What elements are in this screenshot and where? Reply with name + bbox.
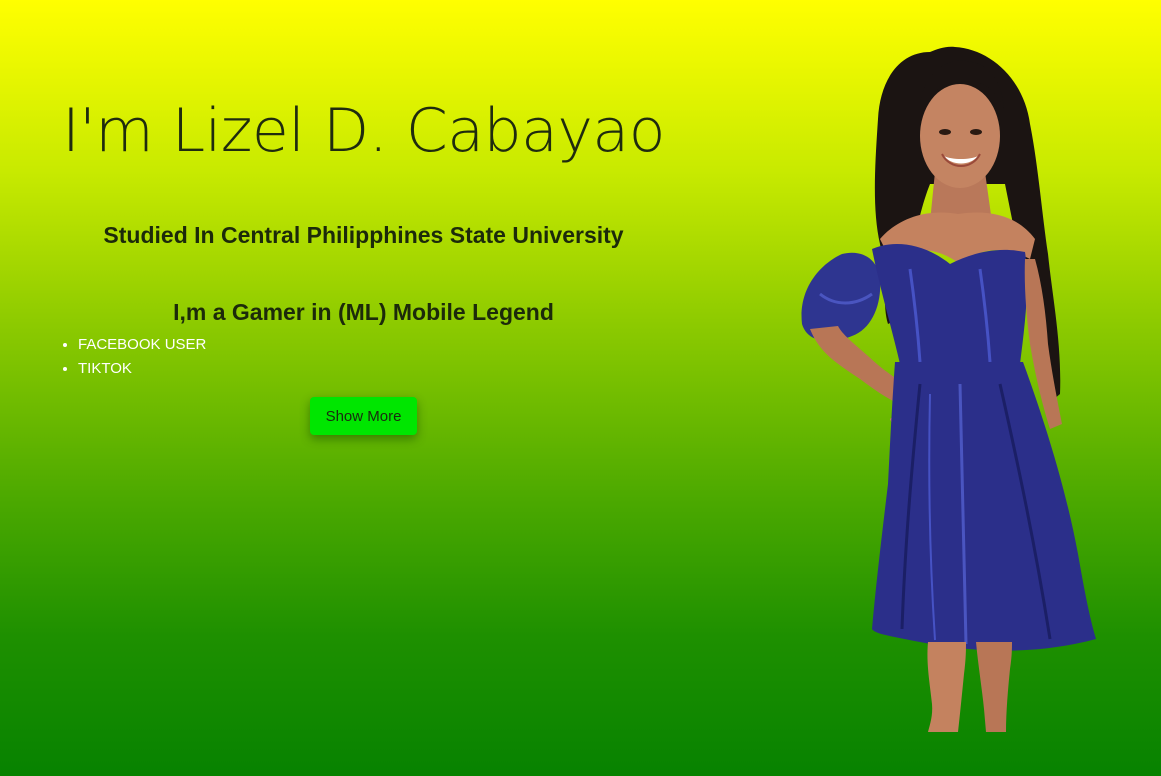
list-item-facebook: FACEBOOK USER [78, 335, 206, 359]
gamer-heading: I,m a Gamer in (ML) Mobile Legend [173, 299, 554, 325]
education-heading: Studied In Central Philipphines State Un… [103, 222, 624, 248]
show-more-button[interactable]: Show More [310, 397, 417, 435]
list-item-tiktok: TIKTOK [78, 359, 206, 383]
hero-title: I'm Lizel D. Cabayao [62, 96, 665, 166]
profile-photo [801, 46, 1096, 732]
social-list: FACEBOOK USER TIKTOK [78, 335, 206, 383]
